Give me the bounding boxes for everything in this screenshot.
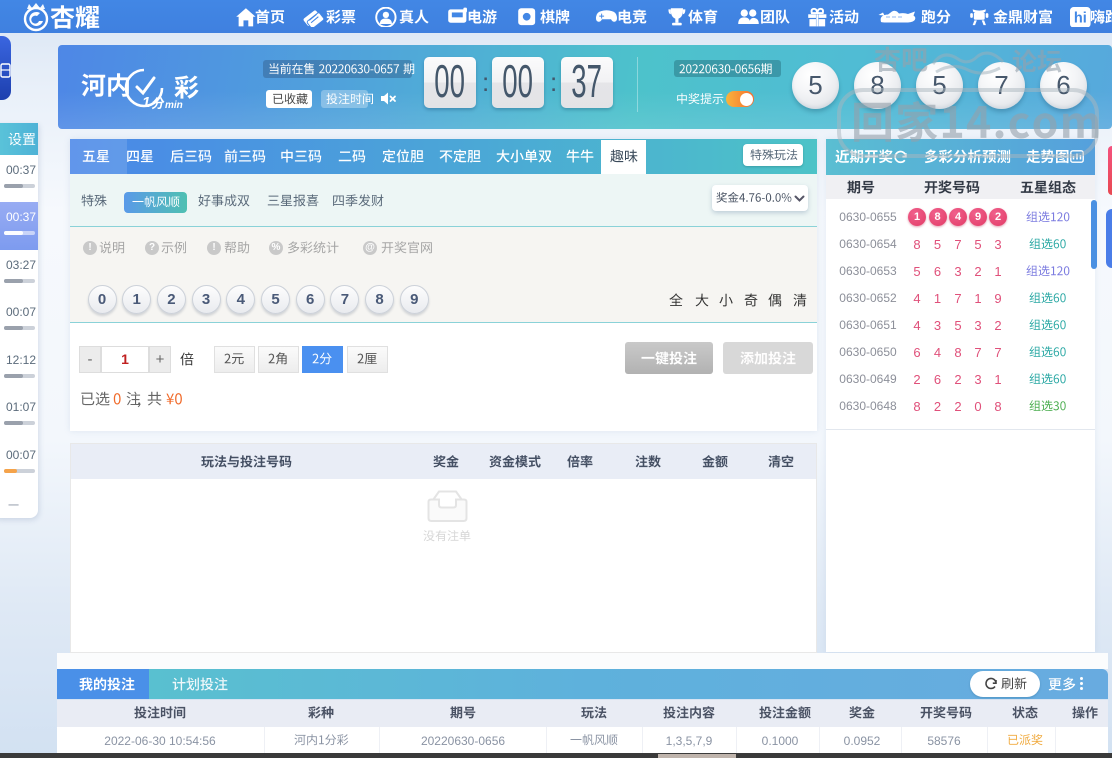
svg-text:hi: hi [1074, 11, 1087, 27]
